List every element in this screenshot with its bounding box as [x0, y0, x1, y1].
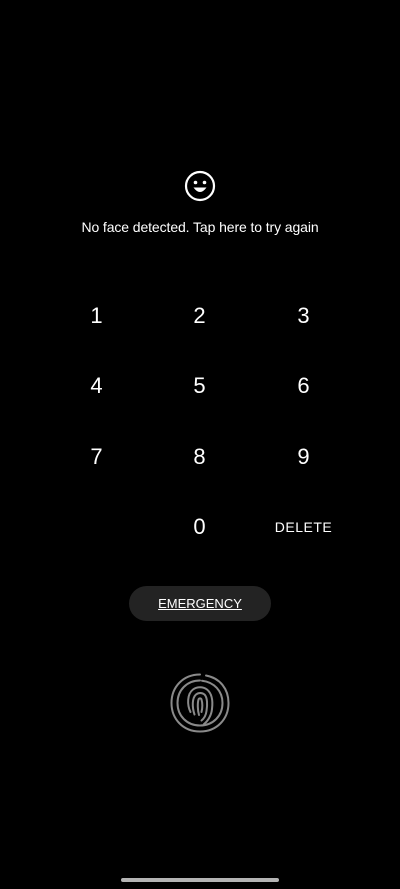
- lock-screen: No face detected. Tap here to try again …: [0, 0, 400, 889]
- key-0[interactable]: 0: [148, 492, 251, 562]
- key-1[interactable]: 1: [45, 281, 148, 351]
- pin-keypad: 1 2 3 4 5 6 7 8 9 0 DELETE: [45, 280, 355, 562]
- fingerprint-icon[interactable]: [168, 671, 232, 735]
- key-7[interactable]: 7: [45, 422, 148, 492]
- delete-button[interactable]: DELETE: [252, 492, 355, 562]
- key-4[interactable]: 4: [45, 351, 148, 421]
- key-9[interactable]: 9: [252, 422, 355, 492]
- key-3[interactable]: 3: [252, 281, 355, 351]
- key-8[interactable]: 8: [148, 422, 251, 492]
- navigation-handle[interactable]: [121, 878, 279, 882]
- key-5[interactable]: 5: [148, 351, 251, 421]
- key-6[interactable]: 6: [252, 351, 355, 421]
- face-unlock-retry-message[interactable]: No face detected. Tap here to try again: [0, 219, 400, 235]
- emergency-button[interactable]: EMERGENCY: [129, 586, 271, 621]
- smiley-face-icon: [184, 170, 216, 202]
- key-2[interactable]: 2: [148, 281, 251, 351]
